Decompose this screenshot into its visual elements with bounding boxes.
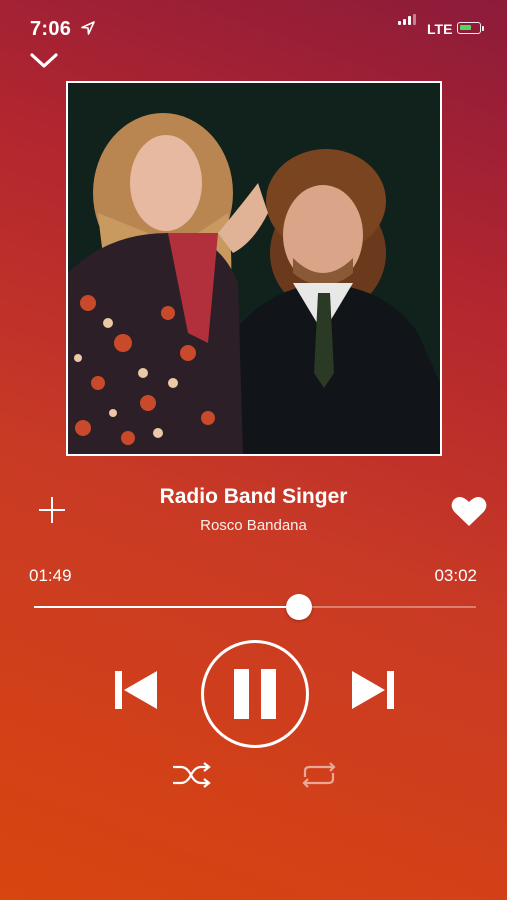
collapse-player-button[interactable] [28,48,60,72]
heart-icon [451,497,487,526]
carrier-label: LTE [427,21,453,37]
chevron-down-icon [30,53,58,68]
play-pause-button[interactable] [201,640,309,748]
album-cover-photo [68,83,440,454]
shuffle-icon [173,762,211,788]
skip-next-icon [352,671,394,709]
progress-fill [34,606,300,608]
repeat-icon [302,762,336,788]
track-title: Radio Band Singer [159,485,348,508]
progress-slider[interactable] [34,594,476,620]
repeat-button[interactable] [298,760,340,790]
album-art [66,81,442,456]
battery-cap [482,26,484,31]
battery-charging-icon [457,22,481,34]
location-arrow-icon [81,21,95,35]
skip-previous-icon [115,671,157,709]
status-time: 7:06 [30,18,72,40]
shuffle-button[interactable] [170,760,212,790]
time-elapsed: 01:49 [29,566,72,585]
time-total: 03:02 [434,566,477,585]
progress-handle[interactable] [286,594,313,620]
like-button[interactable] [450,494,488,528]
previous-track-button[interactable] [113,667,159,713]
artist-name[interactable]: Rosco Bandana [0,517,507,534]
status-bar: 7:06 LTE [0,0,507,44]
next-track-button[interactable] [350,667,396,713]
